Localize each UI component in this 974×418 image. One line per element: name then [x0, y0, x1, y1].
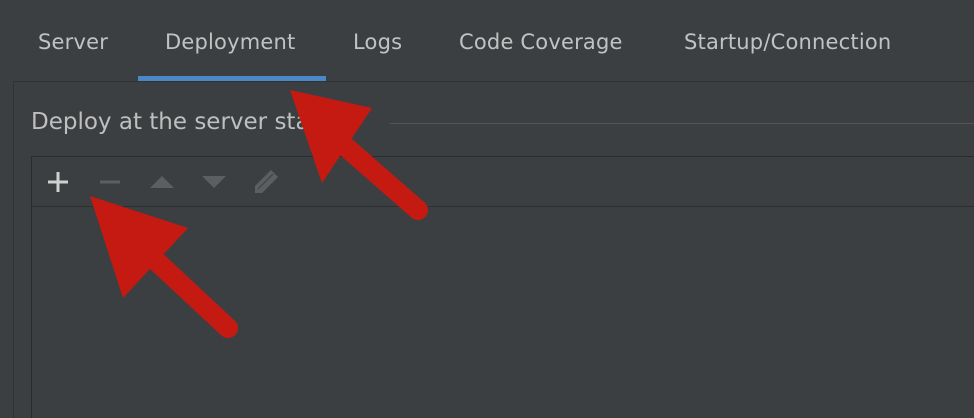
group-separator-line [390, 123, 974, 124]
toolbar-divider [32, 206, 974, 207]
pencil-icon[interactable] [251, 167, 281, 197]
plus-icon[interactable] [43, 167, 73, 197]
tab-bar: Server Deployment Logs Code Coverage Sta… [0, 0, 974, 82]
move-down-icon[interactable] [199, 167, 229, 197]
tab-deployment[interactable]: Deployment [165, 30, 295, 82]
move-up-icon[interactable] [147, 167, 177, 197]
tab-startup-connection[interactable]: Startup/Connection [684, 30, 891, 82]
tab-server[interactable]: Server [38, 30, 108, 82]
deploy-group-title: Deploy at the server startup [31, 109, 372, 135]
minus-icon[interactable] [95, 167, 125, 197]
tab-logs[interactable]: Logs [353, 30, 402, 82]
tab-code-coverage[interactable]: Code Coverage [459, 30, 623, 82]
